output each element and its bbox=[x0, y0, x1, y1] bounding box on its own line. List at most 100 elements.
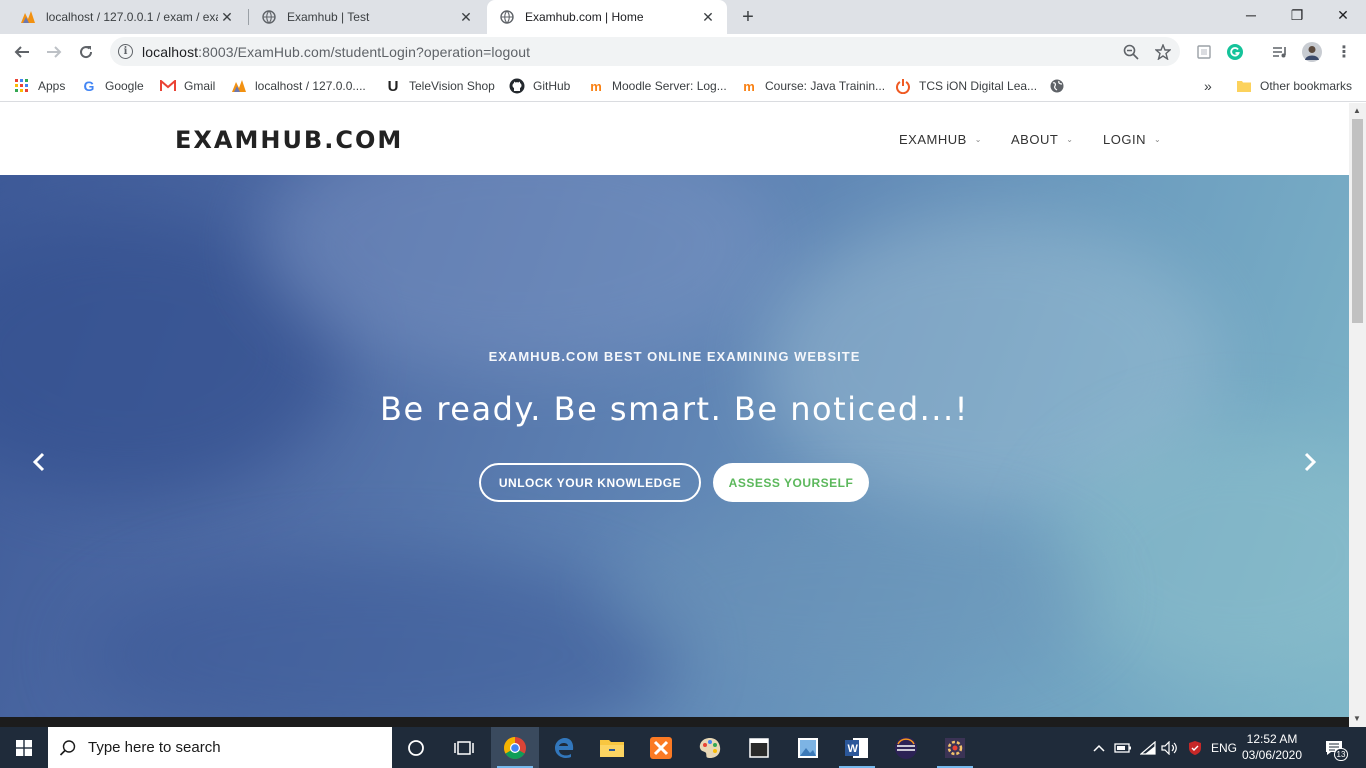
taskbar-photos[interactable] bbox=[784, 727, 832, 768]
bookmark-television-shop[interactable]: U TeleVision Shop bbox=[385, 76, 495, 96]
arrow-right-icon bbox=[47, 46, 62, 58]
word-icon: W bbox=[845, 737, 868, 758]
chevron-left-icon bbox=[32, 452, 45, 472]
scrollbar-thumb[interactable] bbox=[1352, 119, 1363, 323]
tab-examhub-test[interactable]: Examhub | Test ✕ bbox=[249, 0, 485, 34]
battery-icon bbox=[1114, 742, 1131, 753]
chrome-icon bbox=[504, 736, 526, 759]
close-icon[interactable]: ✕ bbox=[457, 8, 475, 26]
url-text[interactable]: localhost:8003/ExamHub.com/studentLogin?… bbox=[142, 44, 530, 60]
browser-toolbar: i localhost:8003/ExamHub.com/studentLogi… bbox=[0, 34, 1366, 70]
wifi-tray[interactable] bbox=[1137, 727, 1159, 768]
battery-tray[interactable] bbox=[1112, 727, 1134, 768]
shield-icon bbox=[1189, 740, 1201, 755]
more-menu-icon[interactable]: ⋮ bbox=[1334, 42, 1354, 62]
unlock-knowledge-button[interactable]: UNLOCK YOUR KNOWLEDGE bbox=[479, 463, 701, 502]
task-view-button[interactable] bbox=[440, 727, 488, 768]
other-bookmarks[interactable]: Other bookmarks bbox=[1236, 76, 1352, 96]
info-icon[interactable]: i bbox=[118, 44, 133, 59]
site-logo[interactable]: EXAMHUB.COM bbox=[175, 126, 403, 154]
taskbar-app-window[interactable] bbox=[735, 727, 783, 768]
bookmark-tcs-ion[interactable]: TCS iON Digital Lea... bbox=[895, 76, 1037, 96]
close-icon[interactable]: ✕ bbox=[699, 8, 717, 26]
taskbar-settings-app[interactable] bbox=[931, 727, 979, 768]
globe-icon bbox=[1049, 78, 1065, 94]
scroll-up-icon[interactable]: ▲ bbox=[1353, 106, 1361, 115]
clock-time: 12:52 AM bbox=[1246, 732, 1298, 746]
close-icon[interactable]: ✕ bbox=[218, 8, 236, 26]
new-tab-button[interactable]: + bbox=[736, 5, 760, 29]
forward-button[interactable] bbox=[40, 38, 68, 66]
search-placeholder: Type here to search bbox=[88, 739, 221, 756]
nav-examhub[interactable]: EXAMHUB ⌄ bbox=[899, 132, 982, 147]
taskbar-file-explorer[interactable] bbox=[588, 727, 636, 768]
restore-button[interactable]: ❐ bbox=[1274, 0, 1320, 30]
windows-taskbar: Type here to search W ENG 12:52 AM 03/06… bbox=[0, 727, 1366, 768]
paint-palette-icon bbox=[699, 737, 721, 758]
site-header: EXAMHUB.COM EXAMHUB ⌄ ABOUT ⌄ LOGIN ⌄ bbox=[0, 103, 1349, 175]
carousel-next-button[interactable] bbox=[1298, 450, 1322, 474]
cloud-shape bbox=[600, 505, 1100, 685]
arrow-left-icon bbox=[14, 46, 29, 58]
moodle-icon: m bbox=[743, 78, 755, 94]
folder-icon bbox=[1236, 78, 1252, 94]
reload-icon bbox=[80, 46, 93, 59]
bookmark-java-course[interactable]: m Course: Java Trainin... bbox=[741, 76, 885, 96]
avatar[interactable] bbox=[1302, 42, 1322, 62]
language-indicator[interactable]: ENG bbox=[1208, 727, 1240, 768]
globe-icon bbox=[261, 9, 277, 25]
address-bar[interactable]: i localhost:8003/ExamHub.com/studentLogi… bbox=[110, 37, 1180, 66]
window-close-button[interactable]: ✕ bbox=[1320, 0, 1366, 30]
nav-about[interactable]: ABOUT ⌄ bbox=[1011, 132, 1074, 147]
cortana-button[interactable] bbox=[392, 727, 440, 768]
taskbar-eclipse[interactable] bbox=[882, 727, 930, 768]
security-tray[interactable] bbox=[1183, 727, 1207, 768]
cloud-shape bbox=[80, 555, 680, 717]
carousel-prev-button[interactable] bbox=[27, 450, 51, 474]
taskbar-edge[interactable] bbox=[540, 727, 588, 768]
nav-login[interactable]: LOGIN ⌄ bbox=[1103, 132, 1161, 147]
folder-icon bbox=[600, 739, 624, 757]
taskbar-paint[interactable] bbox=[686, 727, 734, 768]
extension-icon[interactable] bbox=[1194, 42, 1214, 62]
page-scrollbar[interactable]: ▲ ▼ bbox=[1349, 103, 1366, 727]
media-control-icon[interactable] bbox=[1270, 42, 1290, 62]
task-view-icon bbox=[454, 740, 474, 755]
grammarly-icon[interactable] bbox=[1225, 42, 1245, 62]
volume-tray[interactable] bbox=[1159, 727, 1181, 768]
star-icon[interactable] bbox=[1153, 42, 1173, 62]
taskbar-clock[interactable]: 12:52 AM 03/06/2020 bbox=[1240, 731, 1304, 763]
chevron-down-icon: ⌄ bbox=[974, 135, 982, 144]
taskbar-xampp[interactable] bbox=[637, 727, 685, 768]
tab-examhub-home[interactable]: Examhub.com | Home ✕ bbox=[487, 0, 727, 34]
phpmyadmin-icon bbox=[20, 9, 36, 25]
globe-icon bbox=[499, 9, 515, 25]
back-button[interactable] bbox=[8, 38, 36, 66]
taskbar-word[interactable]: W bbox=[833, 727, 881, 768]
windows-logo-icon bbox=[16, 739, 32, 756]
show-hidden-icons[interactable] bbox=[1090, 727, 1108, 768]
minimize-button[interactable]: ─ bbox=[1228, 0, 1274, 30]
taskbar-search-input[interactable]: Type here to search bbox=[48, 727, 392, 768]
bookmarks-overflow-button[interactable]: » bbox=[1204, 76, 1212, 96]
reload-button[interactable] bbox=[72, 38, 100, 66]
clock-date: 03/06/2020 bbox=[1241, 748, 1303, 762]
scroll-down-icon[interactable]: ▼ bbox=[1353, 714, 1361, 723]
zoom-icon[interactable] bbox=[1121, 42, 1141, 62]
bookmark-globe[interactable] bbox=[1049, 76, 1073, 96]
action-center-button[interactable]: 13 bbox=[1318, 727, 1352, 768]
bookmark-moodle-server[interactable]: m Moodle Server: Log... bbox=[588, 76, 727, 96]
chevron-down-icon: ⌄ bbox=[1066, 135, 1074, 144]
bookmark-gmail[interactable]: Gmail bbox=[160, 76, 215, 96]
apps-grid-icon bbox=[14, 78, 30, 94]
bookmark-localhost[interactable]: localhost / 127.0.0.... bbox=[231, 76, 366, 96]
bookmark-github[interactable]: GitHub bbox=[509, 76, 570, 96]
bookmark-google[interactable]: G Google bbox=[81, 76, 144, 96]
taskbar-chrome[interactable] bbox=[491, 727, 539, 768]
tab-phpmyadmin[interactable]: localhost / 127.0.0.1 / exam / exa ✕ bbox=[8, 0, 246, 34]
assess-yourself-button[interactable]: ASSESS YOURSELF bbox=[713, 463, 869, 502]
start-button[interactable] bbox=[0, 727, 48, 768]
bookmark-apps[interactable]: Apps bbox=[14, 76, 65, 96]
gmail-icon bbox=[160, 78, 176, 94]
page-viewport: EXAMHUB.COM EXAMHUB ⌄ ABOUT ⌄ LOGIN ⌄ EXAMH… bbox=[0, 103, 1349, 717]
